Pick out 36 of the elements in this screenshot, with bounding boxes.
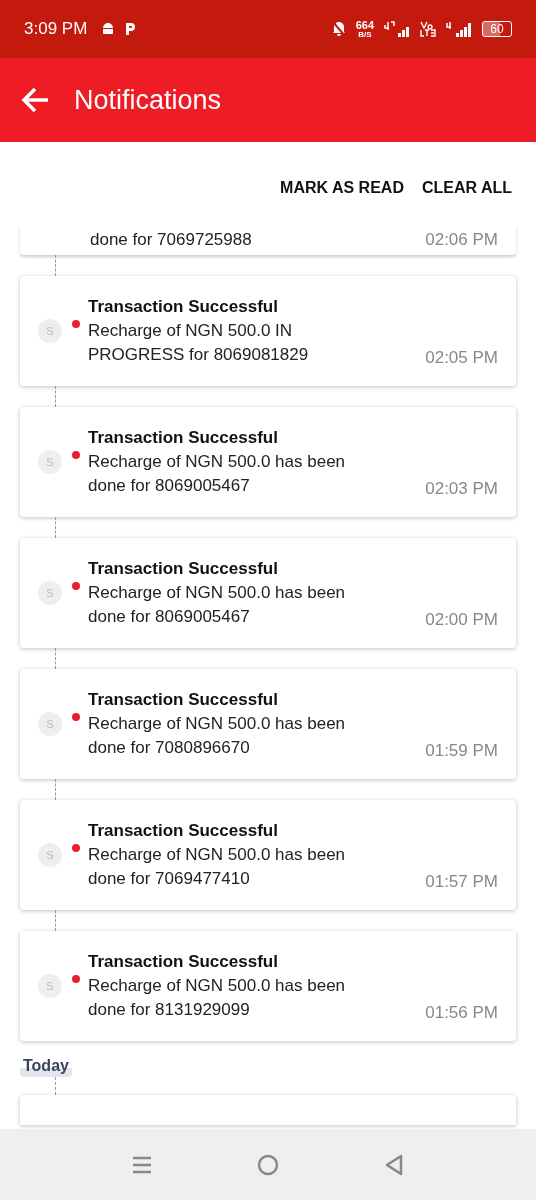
network-speed: 664 B/S: [355, 19, 374, 39]
notification-title: Transaction Successful: [88, 689, 279, 711]
volte-icon: [420, 21, 436, 37]
notification-message: Recharge of NGN 500.0 has been done for 8069005467: [88, 451, 347, 497]
notification-card[interactable]: done for 7069725988 02:06 PM: [20, 225, 516, 255]
notification-message: Recharge of NGN 500.0 has been done for 8131929099: [88, 975, 347, 1021]
back-icon[interactable]: [384, 1153, 404, 1176]
notification-time: 01:57 PM: [425, 872, 498, 892]
notification-message: Recharge of NGN 500.0 has been done for 7080896670: [88, 713, 347, 759]
notification-title: Transaction Successful: [88, 820, 279, 842]
notification-title: Transaction Successful: [88, 951, 279, 973]
p-icon: [125, 22, 138, 36]
notification-title: Transaction Successful: [88, 296, 279, 318]
back-arrow-icon[interactable]: [20, 86, 50, 114]
menu-icon[interactable]: [132, 1154, 152, 1175]
notification-message: Recharge of NGN 500.0 IN PROGRESS for 8069081829: [88, 320, 310, 366]
notification-time: 01:56 PM: [425, 1003, 498, 1023]
home-icon[interactable]: [257, 1153, 279, 1176]
notification-message: Recharge of NGN 500.0 has been done for 8069005467: [88, 582, 347, 628]
notification-time: 02:00 PM: [425, 610, 498, 630]
signal-icon: [446, 21, 472, 37]
status-time: 3:09 PM: [24, 19, 88, 39]
notification-title: Transaction Successful: [88, 558, 279, 580]
bell-off-icon: [331, 21, 346, 37]
action-button[interactable]: MARK AS READ: [276, 172, 408, 203]
signal-icon: [384, 21, 410, 37]
notification-time: 01:59 PM: [425, 741, 498, 761]
screen-title: Notifications: [74, 84, 222, 116]
notification-message: Recharge of NGN 500.0 has been done for 7069477410: [88, 844, 347, 890]
battery-indicator: 60: [482, 21, 512, 37]
action-button[interactable]: CLEAR ALL: [417, 172, 516, 203]
notification-title: Transaction Successful: [88, 427, 279, 449]
notification-time: 02:06 PM: [425, 230, 498, 250]
notification-message: done for 7069725988: [90, 231, 252, 249]
notification-time: 02:03 PM: [425, 479, 498, 499]
notification-time: 02:05 PM: [425, 348, 498, 368]
